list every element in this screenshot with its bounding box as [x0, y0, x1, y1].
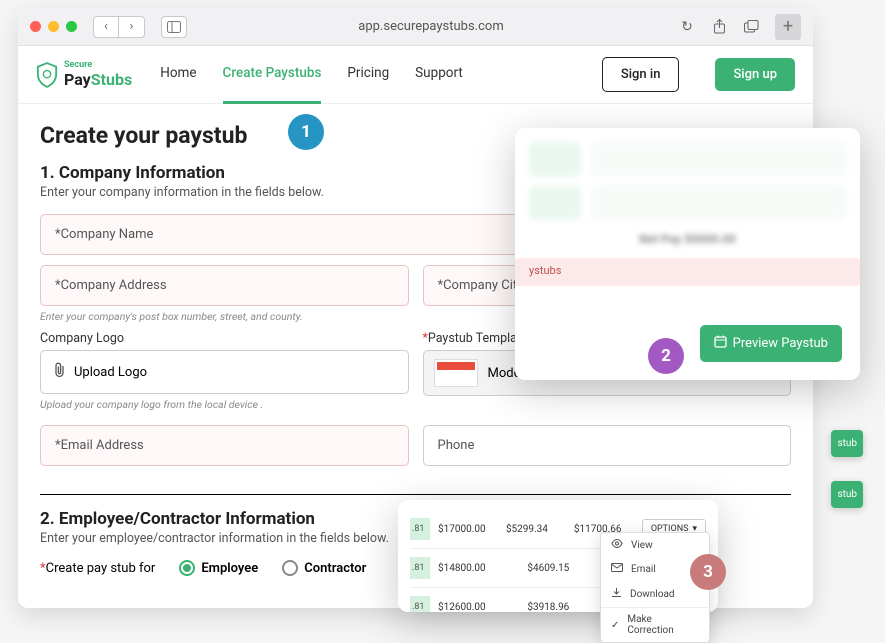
upload-logo-label: Upload Logo [74, 365, 147, 380]
preview-button-label: Preview Paystub [733, 336, 828, 351]
radio-unchecked-icon [282, 560, 298, 576]
company-address-input[interactable]: *Company Address [40, 265, 409, 306]
preview-card: Net Pay $0000.00 ystubs Preview Paystub [515, 128, 860, 380]
blurred-netpay: Net Pay $0000.00 [529, 232, 846, 246]
cell-gross: $14800.00 [438, 563, 527, 574]
row-edge: .81 [410, 518, 430, 540]
dropdown-download[interactable]: Download [601, 581, 709, 607]
browser-toolbar: ‹ › app.securepaystubs.com ↻ + [18, 8, 813, 46]
reload-icon[interactable]: ↻ [675, 16, 699, 38]
brand-tagline: Secure [64, 61, 132, 70]
share-icon[interactable] [707, 16, 731, 38]
logo-hint: Upload your company logo from the local … [40, 398, 409, 411]
preview-paystub-button[interactable]: Preview Paystub [700, 325, 842, 362]
brand-pay: Pay [64, 70, 91, 89]
side-tabs: stub stub [831, 430, 863, 508]
nav-support[interactable]: Support [415, 45, 463, 104]
side-tab-stub[interactable]: stub [831, 481, 863, 508]
paperclip-icon [53, 362, 66, 382]
row-edge: .81 [410, 596, 430, 612]
nav-create-paystubs[interactable]: Create Paystubs [223, 45, 322, 104]
step-badge-2: 2 [648, 338, 684, 374]
nav-home[interactable]: Home [160, 45, 196, 104]
dropdown-view[interactable]: View [601, 533, 709, 557]
download-icon [611, 587, 622, 601]
signup-button[interactable]: Sign up [715, 58, 795, 91]
close-window-icon[interactable] [30, 21, 41, 32]
upload-logo-button[interactable]: Upload Logo [40, 350, 409, 394]
tabs-icon[interactable] [739, 16, 763, 38]
radio-contractor[interactable]: Contractor [282, 560, 366, 576]
cell-ded: $5299.34 [506, 524, 574, 535]
address-bar[interactable]: app.securepaystubs.com [195, 19, 667, 34]
preview-strip: ystubs [515, 258, 860, 286]
cell-gross: $17000.00 [438, 524, 506, 535]
template-thumbnail [434, 359, 478, 387]
signin-button[interactable]: Sign in [602, 57, 680, 92]
app-header: Secure PayStubs Home Create Paystubs Pri… [18, 46, 813, 104]
mail-icon [611, 563, 623, 575]
dropdown-correction[interactable]: ✓ Make Correction [601, 607, 709, 642]
step-badge-3: 3 [690, 554, 726, 590]
calendar-icon [714, 335, 727, 352]
maximize-window-icon[interactable] [66, 21, 77, 32]
brand-logo[interactable]: Secure PayStubs [36, 61, 132, 89]
window-controls [30, 21, 77, 32]
email-input[interactable]: *Email Address [40, 425, 409, 466]
sidebar-toggle-icon[interactable] [161, 16, 187, 38]
row-edge: .81 [410, 557, 430, 579]
brand-stubs: Stubs [91, 70, 132, 89]
step-badge-1: 1 [288, 114, 324, 150]
phone-input[interactable]: Phone [423, 425, 792, 466]
create-for-label: *Create pay stub for [40, 561, 155, 576]
back-button[interactable]: ‹ [93, 16, 119, 38]
section-divider [40, 494, 791, 495]
forward-button[interactable]: › [119, 16, 145, 38]
check-icon: ✓ [611, 620, 619, 631]
radio-checked-icon [179, 560, 195, 576]
nav-buttons: ‹ › [93, 16, 145, 38]
logo-label: Company Logo [40, 331, 409, 346]
side-tab-stub[interactable]: stub [831, 430, 863, 457]
nav-pricing[interactable]: Pricing [347, 45, 389, 104]
minimize-window-icon[interactable] [48, 21, 59, 32]
new-tab-button[interactable]: + [775, 14, 801, 40]
cell-gross: $12600.00 [438, 602, 527, 613]
eye-icon [611, 539, 623, 551]
options-dropdown: View Email Download ✓ Make Correction [600, 532, 710, 643]
radio-employee[interactable]: Employee [179, 560, 258, 576]
main-nav: Home Create Paystubs Pricing Support [160, 45, 463, 104]
